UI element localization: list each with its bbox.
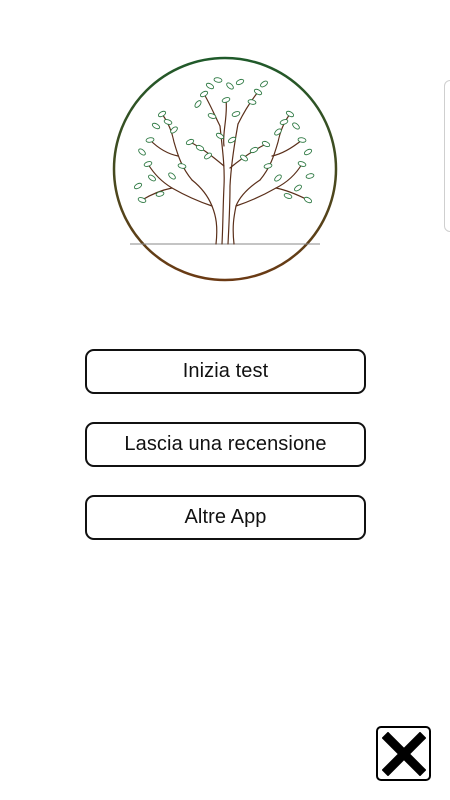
start-test-label: Inizia test — [182, 360, 269, 382]
other-apps-label: Altre App — [184, 506, 267, 528]
leave-review-button[interactable]: Lascia una recensione — [85, 422, 366, 467]
start-test-button[interactable]: Inizia test — [85, 349, 366, 394]
tree-logo-icon — [112, 56, 338, 282]
close-icon — [381, 731, 426, 776]
side-panel-tab[interactable] — [444, 80, 450, 232]
close-button[interactable] — [376, 726, 431, 781]
other-apps-button[interactable]: Altre App — [85, 495, 366, 540]
leave-review-label: Lascia una recensione — [124, 433, 327, 455]
